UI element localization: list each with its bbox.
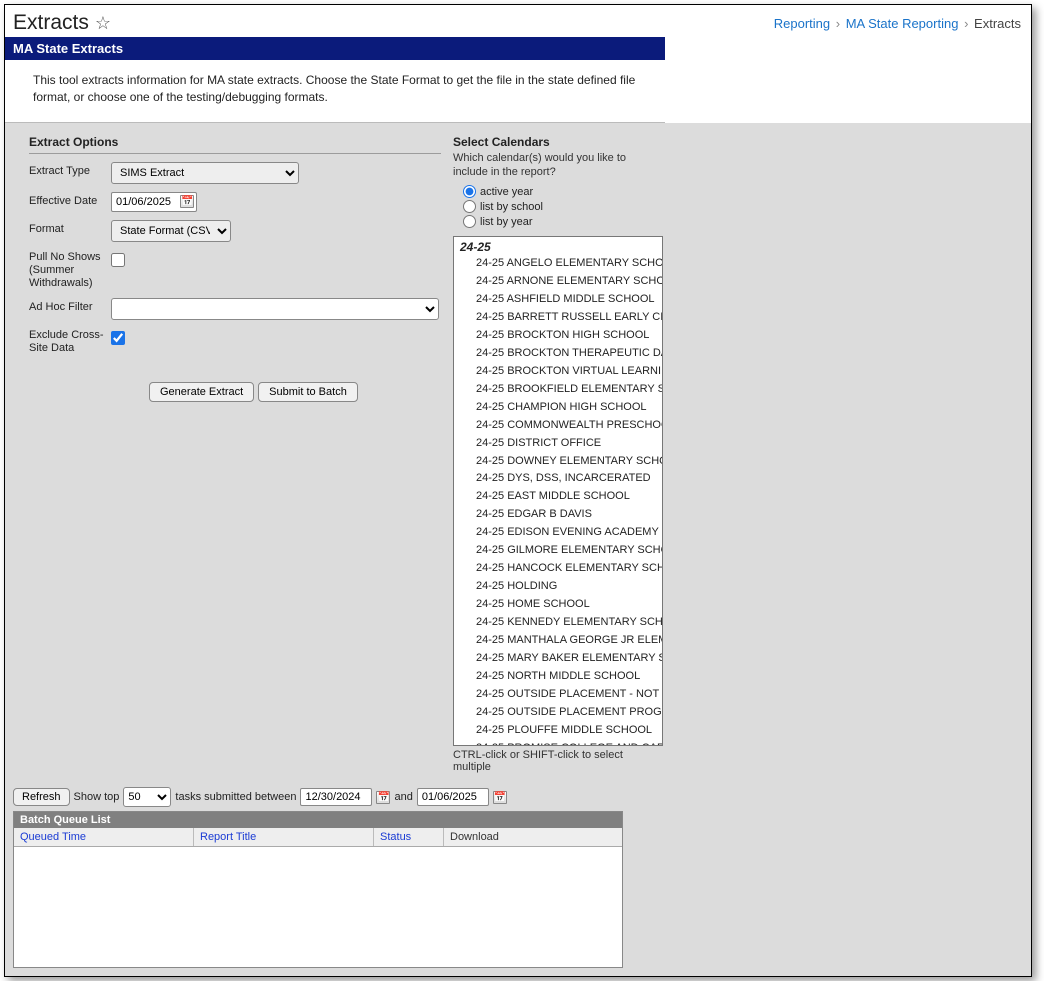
label-effective-date: Effective Date [29,192,105,208]
date-from-input[interactable] [303,789,369,805]
radio-list-by-year-label: list by year [480,216,533,228]
star-icon[interactable]: ☆ [95,13,111,34]
calendar-item[interactable]: 24-25 BARRETT RUSSELL EARLY CI [454,309,662,327]
radio-list-by-school[interactable] [463,200,476,213]
calendar-icon[interactable]: 📅 [376,791,390,804]
calendar-icon[interactable]: 📅 [180,195,194,208]
extract-type-select[interactable]: SIMS Extract [111,162,299,184]
between-label: tasks submitted between [175,791,296,803]
calendar-year-header: 24-25 [454,237,662,255]
calendar-item[interactable]: 24-25 ASHFIELD MIDDLE SCHOOL [454,291,662,309]
calendar-item[interactable]: 24-25 NORTH MIDDLE SCHOOL [454,668,662,686]
col-status[interactable]: Status [374,828,444,846]
calendar-item[interactable]: 24-25 EDISON EVENING ACADEMY [454,524,662,542]
calendar-item[interactable]: 24-25 KENNEDY ELEMENTARY SCHO [454,614,662,632]
and-label: and [394,791,412,803]
ad-hoc-filter-select[interactable] [111,298,439,320]
calendar-item[interactable]: 24-25 PROMISE COLLEGE AND CAR [454,740,662,747]
pull-no-shows-checkbox[interactable] [111,253,125,267]
batch-queue-title: Batch Queue List [14,812,622,828]
col-report-title[interactable]: Report Title [194,828,374,846]
section-title-extract-options: Extract Options [29,135,441,154]
col-queued-time[interactable]: Queued Time [14,828,194,846]
calendar-icon[interactable]: 📅 [493,791,507,804]
label-extract-type: Extract Type [29,162,105,178]
chevron-right-icon: › [834,16,842,31]
calendar-item[interactable]: 24-25 PLOUFFE MIDDLE SCHOOL [454,722,662,740]
label-pull-no-shows: Pull No Shows (Summer Withdrawals) [29,250,105,291]
breadcrumb-reporting[interactable]: Reporting [774,16,830,31]
show-top-label: Show top [74,791,120,803]
calendar-item[interactable]: 24-25 OUTSIDE PLACEMENT - NOT [454,686,662,704]
calendar-question: Which calendar(s) would you like to incl… [453,151,663,180]
show-top-select[interactable]: 50 [123,787,171,807]
effective-date-input[interactable] [114,194,180,210]
page-title-text: Extracts [13,11,89,35]
calendar-item[interactable]: 24-25 BROOKFIELD ELEMENTARY S [454,381,662,399]
chevron-right-icon: › [962,16,970,31]
panel-header: MA State Extracts [5,37,665,60]
date-to-input[interactable] [420,789,486,805]
calendar-item[interactable]: 24-25 BROCKTON HIGH SCHOOL [454,327,662,345]
calendar-hint: CTRL-click or SHIFT-click to select mult… [453,749,663,773]
panel-description: This tool extracts information for MA st… [5,60,665,123]
calendar-item[interactable]: 24-25 EAST MIDDLE SCHOOL [454,488,662,506]
radio-list-by-school-label: list by school [480,201,543,213]
generate-extract-button[interactable]: Generate Extract [149,382,254,402]
calendar-listbox[interactable]: 24-25 24-25 ANGELO ELEMENTARY SCHO24-25 … [453,236,663,746]
section-title-select-calendars: Select Calendars [453,135,663,149]
calendar-item[interactable]: 24-25 DYS, DSS, INCARCERATED [454,470,662,488]
radio-active-year-label: active year [480,186,533,198]
calendar-item[interactable]: 24-25 CHAMPION HIGH SCHOOL [454,399,662,417]
calendar-item[interactable]: 24-25 ANGELO ELEMENTARY SCHO [454,255,662,273]
calendar-item[interactable]: 24-25 HOME SCHOOL [454,596,662,614]
submit-to-batch-button[interactable]: Submit to Batch [258,382,358,402]
label-exclude-cross-site: Exclude Cross-Site Data [29,328,105,355]
breadcrumb: Reporting › MA State Reporting › Extract… [774,16,1021,31]
calendar-item[interactable]: 24-25 MARY BAKER ELEMENTARY S [454,650,662,668]
calendar-item[interactable]: 24-25 DISTRICT OFFICE [454,435,662,453]
calendar-item[interactable]: 24-25 DOWNEY ELEMENTARY SCHO [454,453,662,471]
calendar-item[interactable]: 24-25 ARNONE ELEMENTARY SCHO [454,273,662,291]
calendar-item[interactable]: 24-25 HOLDING [454,578,662,596]
calendar-item[interactable]: 24-25 COMMONWEALTH PRESCHOO [454,417,662,435]
page-title: Extracts ☆ [13,11,111,35]
col-download: Download [444,828,622,846]
label-ad-hoc-filter: Ad Hoc Filter [29,298,105,314]
format-select[interactable]: State Format (CSV) [111,220,231,242]
calendar-item[interactable]: 24-25 HANCOCK ELEMENTARY SCH [454,560,662,578]
exclude-cross-site-checkbox[interactable] [111,331,125,345]
calendar-item[interactable]: 24-25 GILMORE ELEMENTARY SCHO [454,542,662,560]
calendar-item[interactable]: 24-25 BROCKTON VIRTUAL LEARNI [454,363,662,381]
refresh-button[interactable]: Refresh [13,788,70,806]
calendar-item[interactable]: 24-25 BROCKTON THERAPEUTIC DA [454,345,662,363]
calendar-item[interactable]: 24-25 MANTHALA GEORGE JR ELEM [454,632,662,650]
batch-queue-body [14,847,622,967]
breadcrumb-current: Extracts [974,16,1021,31]
calendar-item[interactable]: 24-25 OUTSIDE PLACEMENT PROGR [454,704,662,722]
radio-list-by-year[interactable] [463,215,476,228]
calendar-item[interactable]: 24-25 EDGAR B DAVIS [454,506,662,524]
breadcrumb-ma-state-reporting[interactable]: MA State Reporting [846,16,959,31]
label-format: Format [29,220,105,236]
radio-active-year[interactable] [463,185,476,198]
